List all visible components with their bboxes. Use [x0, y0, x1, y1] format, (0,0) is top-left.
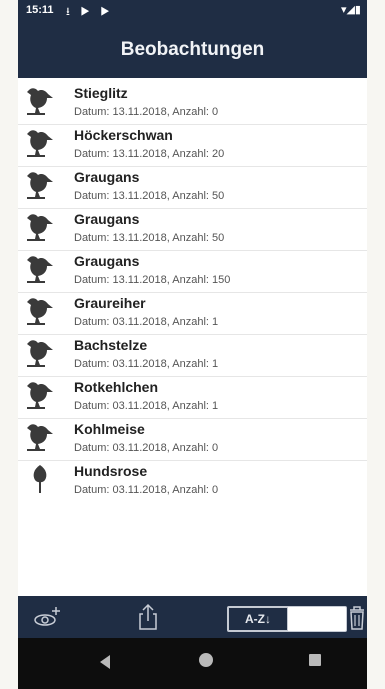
- bird-icon: [27, 256, 53, 283]
- page-title: Beobachtungen: [120, 39, 265, 60]
- observation-details: Datum: 13.11.2018, Anzahl: 20: [74, 148, 225, 160]
- list-item[interactable]: Hundsrose Datum: 03.11.2018, Anzahl: 0: [18, 460, 367, 502]
- observation-details: Datum: 13.11.2018, Anzahl: 0: [74, 106, 219, 118]
- status-notification-icons: ⭳ ▶ ▶: [66, 6, 114, 18]
- bird-icon: [27, 382, 53, 409]
- observation-name: Graureiher: [74, 295, 146, 311]
- list-item[interactable]: Graureiher Datum: 03.11.2018, Anzahl: 1: [18, 292, 367, 335]
- status-time: 15:11: [26, 4, 54, 16]
- observation-details: Datum: 03.11.2018, Anzahl: 0: [74, 442, 219, 454]
- bird-icon: [27, 298, 53, 325]
- sort-az-label: A-Z↓: [228, 607, 288, 631]
- phone-screen: 15:11 ⭳ ▶ ▶ ▾◢▮ Beobachtungen Stieglitz …: [18, 0, 367, 689]
- list-item[interactable]: Bachstelze Datum: 03.11.2018, Anzahl: 1: [18, 334, 367, 377]
- sort-toggle[interactable]: A-Z↓: [227, 606, 347, 632]
- add-observation-icon: [34, 607, 60, 626]
- observation-name: Hundsrose: [74, 463, 148, 479]
- observation-name: Graugans: [74, 211, 140, 227]
- android-nav-bar: [18, 638, 367, 689]
- signal-battery-icons: ▾◢▮: [340, 4, 361, 16]
- list-item[interactable]: Graugans Datum: 13.11.2018, Anzahl: 50: [18, 166, 367, 209]
- bird-icon: [27, 340, 53, 367]
- bottom-toolbar: A-Z↓: [18, 596, 367, 638]
- status-bar: 15:11 ⭳ ▶ ▶ ▾◢▮: [18, 0, 367, 22]
- share-button[interactable]: [126, 596, 170, 638]
- bird-icon: [27, 88, 53, 115]
- observation-name: Graugans: [74, 253, 140, 269]
- observation-name: Bachstelze: [74, 337, 148, 353]
- observation-details: Datum: 03.11.2018, Anzahl: 1: [74, 316, 219, 328]
- bird-icon: [27, 424, 53, 451]
- device-frame-right: [367, 0, 385, 689]
- observation-details: Datum: 03.11.2018, Anzahl: 1: [74, 400, 219, 412]
- recent-apps-icon[interactable]: [309, 654, 321, 666]
- observation-details: Datum: 13.11.2018, Anzahl: 50: [74, 190, 225, 202]
- app-bar: Beobachtungen: [18, 22, 367, 78]
- list-item[interactable]: Graugans Datum: 13.11.2018, Anzahl: 50: [18, 208, 367, 251]
- bird-icon: [27, 172, 53, 199]
- list-item[interactable]: Rotkehlchen Datum: 03.11.2018, Anzahl: 1: [18, 376, 367, 419]
- trash-icon: [350, 606, 364, 630]
- add-observation-button[interactable]: [26, 596, 70, 638]
- observation-name: Stieglitz: [74, 85, 128, 101]
- share-icon: [139, 603, 157, 630]
- back-icon[interactable]: [100, 655, 110, 669]
- observation-details: Datum: 13.11.2018, Anzahl: 150: [74, 274, 231, 286]
- observation-details: Datum: 03.11.2018, Anzahl: 0: [74, 484, 219, 496]
- observation-name: Graugans: [74, 169, 140, 185]
- delete-button[interactable]: [347, 596, 367, 638]
- device-frame-left: [0, 0, 18, 689]
- list-item[interactable]: Höckerschwan Datum: 13.11.2018, Anzahl: …: [18, 124, 367, 167]
- bird-icon: [27, 214, 53, 241]
- observation-list: Stieglitz Datum: 13.11.2018, Anzahl: 0 H…: [18, 82, 367, 496]
- list-item[interactable]: Kohlmeise Datum: 03.11.2018, Anzahl: 0: [18, 418, 367, 461]
- list-item[interactable]: Stieglitz Datum: 13.11.2018, Anzahl: 0: [18, 82, 367, 125]
- bird-icon: [27, 130, 53, 157]
- observation-name: Höckerschwan: [74, 127, 173, 143]
- home-icon[interactable]: [199, 653, 213, 667]
- observation-details: Datum: 13.11.2018, Anzahl: 50: [74, 232, 225, 244]
- list-item[interactable]: Graugans Datum: 13.11.2018, Anzahl: 150: [18, 250, 367, 293]
- observation-name: Rotkehlchen: [74, 379, 159, 395]
- observation-name: Kohlmeise: [74, 421, 145, 437]
- plant-icon: [33, 465, 47, 493]
- observation-details: Datum: 03.11.2018, Anzahl: 1: [74, 358, 219, 370]
